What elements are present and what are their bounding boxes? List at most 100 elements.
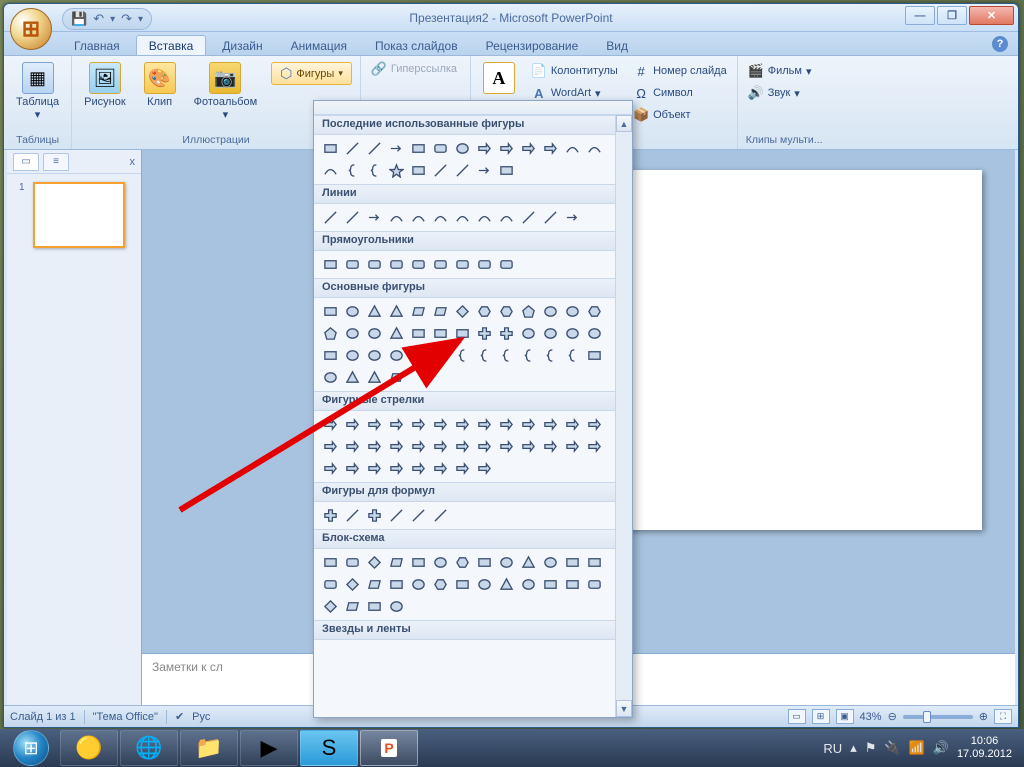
shape-item[interactable] xyxy=(342,345,363,366)
shape-item[interactable] xyxy=(408,552,429,573)
shape-item[interactable] xyxy=(430,138,451,159)
shape-item[interactable] xyxy=(474,574,495,595)
shape-item[interactable] xyxy=(518,574,539,595)
language-status[interactable]: Рус xyxy=(192,711,210,723)
shape-item[interactable] xyxy=(386,138,407,159)
minimize-button[interactable]: — xyxy=(905,6,935,25)
shape-item[interactable] xyxy=(320,436,341,457)
scroll-down-icon[interactable]: ▼ xyxy=(616,700,632,717)
shape-item[interactable] xyxy=(430,254,451,275)
slides-tab[interactable]: ▭ xyxy=(13,153,39,171)
shape-item[interactable] xyxy=(584,574,605,595)
hyperlink-button[interactable]: 🔗Гиперссылка xyxy=(369,60,459,78)
tab-insert[interactable]: Вставка xyxy=(136,35,207,55)
shape-item[interactable] xyxy=(496,574,517,595)
shape-item[interactable] xyxy=(408,160,429,181)
shape-item[interactable] xyxy=(452,254,473,275)
shape-item[interactable] xyxy=(386,596,407,617)
shape-item[interactable] xyxy=(474,138,495,159)
shape-item[interactable] xyxy=(408,574,429,595)
shape-item[interactable] xyxy=(496,552,517,573)
slidenumber-button[interactable]: #Номер слайда xyxy=(631,62,729,80)
shape-item[interactable] xyxy=(408,254,429,275)
tray-volume-icon[interactable]: 🔊 xyxy=(933,740,949,756)
shape-item[interactable] xyxy=(386,436,407,457)
shape-item[interactable] xyxy=(408,505,429,526)
normal-view-button[interactable]: ▭ xyxy=(788,709,806,724)
shape-item[interactable] xyxy=(474,436,495,457)
shape-item[interactable] xyxy=(408,207,429,228)
shape-item[interactable] xyxy=(540,301,561,322)
table-button[interactable]: ▦ Таблица▾ xyxy=(12,60,63,123)
shape-item[interactable] xyxy=(584,436,605,457)
shape-item[interactable] xyxy=(452,138,473,159)
shape-item[interactable] xyxy=(364,596,385,617)
spellcheck-icon[interactable]: ✔ xyxy=(175,710,184,723)
shape-item[interactable] xyxy=(474,207,495,228)
shape-item[interactable] xyxy=(386,458,407,479)
taskbar-explorer[interactable]: 📁 xyxy=(180,730,238,766)
shape-item[interactable] xyxy=(540,345,561,366)
slide-thumbnail[interactable]: 1 xyxy=(19,182,129,253)
shape-item[interactable] xyxy=(342,207,363,228)
shape-item[interactable] xyxy=(540,323,561,344)
shape-item[interactable] xyxy=(430,160,451,181)
shape-item[interactable] xyxy=(518,323,539,344)
shape-item[interactable] xyxy=(496,414,517,435)
shape-item[interactable] xyxy=(496,160,517,181)
picture-button[interactable]: 🖼Рисунок xyxy=(80,60,130,110)
shape-item[interactable] xyxy=(452,436,473,457)
shapes-scrollbar[interactable]: ▲ ▼ xyxy=(615,115,632,717)
photoalbum-button[interactable]: 📷Фотоальбом▾ xyxy=(190,60,262,123)
shape-item[interactable] xyxy=(540,436,561,457)
shape-item[interactable] xyxy=(364,160,385,181)
shape-item[interactable] xyxy=(342,574,363,595)
movie-button[interactable]: 🎬Фильм ▾ xyxy=(746,62,814,80)
sound-button[interactable]: 🔊Звук ▾ xyxy=(746,84,802,102)
shape-item[interactable] xyxy=(386,414,407,435)
shape-item[interactable] xyxy=(452,574,473,595)
shape-item[interactable] xyxy=(518,138,539,159)
shape-item[interactable] xyxy=(430,414,451,435)
shape-item[interactable] xyxy=(408,323,429,344)
fit-window-button[interactable]: ⛶ xyxy=(994,709,1012,724)
shape-item[interactable] xyxy=(320,367,341,388)
tab-slideshow[interactable]: Показ слайдов xyxy=(363,36,470,55)
tab-design[interactable]: Дизайн xyxy=(210,36,274,55)
shape-item[interactable] xyxy=(452,458,473,479)
shape-item[interactable] xyxy=(386,323,407,344)
shape-item[interactable] xyxy=(474,414,495,435)
tray-flag-icon[interactable]: ⚑ xyxy=(865,740,877,756)
shape-item[interactable] xyxy=(364,345,385,366)
shape-item[interactable] xyxy=(364,436,385,457)
shape-item[interactable] xyxy=(386,505,407,526)
shape-item[interactable] xyxy=(408,138,429,159)
shape-item[interactable] xyxy=(540,207,561,228)
shape-item[interactable] xyxy=(342,436,363,457)
shape-item[interactable] xyxy=(430,345,451,366)
shape-item[interactable] xyxy=(408,436,429,457)
shape-item[interactable] xyxy=(408,301,429,322)
object-button[interactable]: 📦Объект xyxy=(631,106,729,124)
shape-item[interactable] xyxy=(342,301,363,322)
qat-customize-icon[interactable]: ▾ xyxy=(138,14,143,25)
shape-item[interactable] xyxy=(408,345,429,366)
shape-item[interactable] xyxy=(342,552,363,573)
tab-home[interactable]: Главная xyxy=(62,36,132,55)
shape-item[interactable] xyxy=(496,436,517,457)
shape-item[interactable] xyxy=(430,458,451,479)
shape-item[interactable] xyxy=(342,323,363,344)
shape-item[interactable] xyxy=(364,138,385,159)
shape-item[interactable] xyxy=(430,574,451,595)
shape-item[interactable] xyxy=(540,138,561,159)
slidepanel-close-icon[interactable]: x xyxy=(130,156,136,168)
shape-item[interactable] xyxy=(518,301,539,322)
zoom-slider[interactable] xyxy=(903,715,973,719)
tray-lang[interactable]: RU xyxy=(823,741,842,756)
shape-item[interactable] xyxy=(408,458,429,479)
shape-item[interactable] xyxy=(364,458,385,479)
shape-item[interactable] xyxy=(342,458,363,479)
shape-item[interactable] xyxy=(496,254,517,275)
shape-item[interactable] xyxy=(496,301,517,322)
shape-item[interactable] xyxy=(496,138,517,159)
